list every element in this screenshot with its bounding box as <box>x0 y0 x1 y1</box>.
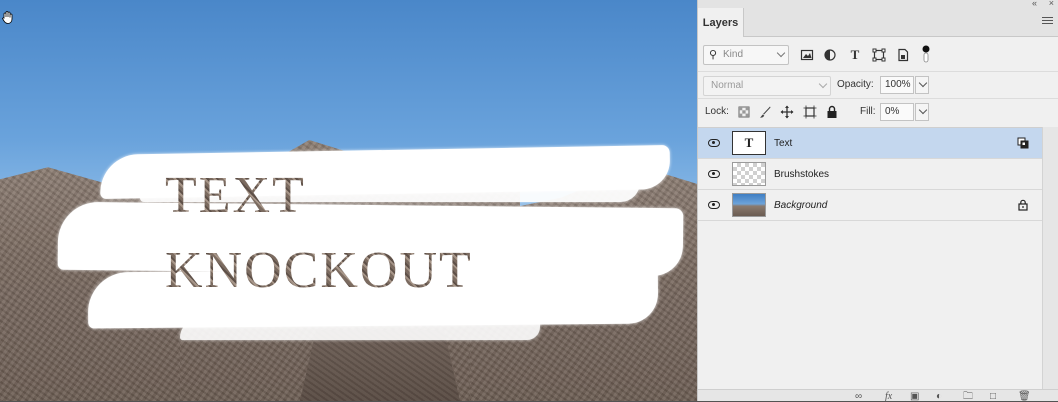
layer-name[interactable]: Text <box>774 138 792 149</box>
lock-position-icon[interactable] <box>780 105 794 119</box>
kind-filter-label: Kind <box>723 49 744 60</box>
filter-row: ⚲ Kind T <box>698 41 1058 69</box>
lock-artboard-icon[interactable] <box>803 105 817 119</box>
knockout-text-line2: KNOCKOUT <box>165 242 473 299</box>
layer-name[interactable]: Brushstokes <box>774 169 829 180</box>
chevron-down-icon <box>818 79 828 89</box>
blend-mode-select[interactable]: Normal <box>703 76 831 96</box>
hand-tool-icon <box>2 11 13 24</box>
visibility-eye-icon[interactable] <box>708 201 720 209</box>
blending-options-icon[interactable] <box>1017 137 1029 149</box>
layers-scrollbar[interactable] <box>1042 127 1058 389</box>
opacity-input[interactable]: 100% <box>880 76 914 94</box>
layers-bottom-toolbar: ∞ fx ▣ ◐ 🗀 □ 🗑 <box>698 389 1058 402</box>
fill-label: Fill: <box>860 106 876 117</box>
panel-top-bar: « × <box>698 0 1058 8</box>
chevron-down-icon <box>776 48 786 58</box>
opacity-label: Opacity: <box>837 79 874 90</box>
fill-dropdown-button[interactable] <box>915 103 929 121</box>
type-layer-thumbnail-icon: T <box>732 131 766 155</box>
lock-icon <box>1018 199 1028 211</box>
brush-stroke-5 <box>180 320 540 340</box>
close-icon[interactable]: × <box>1049 0 1054 8</box>
visibility-eye-icon[interactable] <box>708 139 720 147</box>
visibility-eye-icon[interactable] <box>708 170 720 178</box>
transparent-layer-thumbnail <box>732 162 766 186</box>
lock-all-icon[interactable] <box>825 105 839 119</box>
lock-transparent-pixels-icon[interactable] <box>737 105 751 119</box>
search-icon: ⚲ <box>709 49 718 61</box>
double-chevron-icon[interactable]: « <box>1032 0 1037 8</box>
lock-label: Lock: <box>705 106 729 117</box>
layer-row-brushstokes[interactable]: Brushstokes <box>698 159 1043 190</box>
filter-toggle-icon[interactable] <box>919 44 933 64</box>
opacity-dropdown-button[interactable] <box>915 76 929 94</box>
tab-layers[interactable]: Layers <box>698 8 744 37</box>
panel-tab-row: Layers <box>698 8 1058 37</box>
kind-filter-select[interactable]: ⚲ Kind <box>703 45 789 65</box>
type-layer-filter-icon[interactable]: T <box>848 47 862 62</box>
layer-row-background[interactable]: Background <box>698 190 1043 221</box>
smart-object-filter-icon[interactable] <box>896 48 910 62</box>
background-layer-thumbnail <box>732 193 766 217</box>
fill-input[interactable]: 0% <box>880 103 914 121</box>
layers-panel: « × Layers ⚲ Kind T Normal Opacity: 100%… <box>697 0 1058 402</box>
layer-name[interactable]: Background <box>774 200 827 211</box>
shape-layer-filter-icon[interactable] <box>872 48 886 62</box>
knockout-text-line1: TEXT <box>165 167 306 224</box>
blend-mode-value: Normal <box>711 80 744 91</box>
lock-image-pixels-icon[interactable] <box>758 105 772 119</box>
rock-shadow <box>300 330 460 401</box>
blend-row: Normal Opacity: 100% <box>698 71 1058 97</box>
lock-row: Lock: Fill: 0% <box>698 98 1058 125</box>
adjustment-layer-filter-icon[interactable] <box>823 48 837 62</box>
layer-row-text[interactable]: T Text <box>698 128 1043 159</box>
pixel-layer-filter-icon[interactable] <box>800 48 814 62</box>
document-canvas[interactable]: TEXT KNOCKOUT <box>0 0 697 401</box>
panel-menu-icon[interactable] <box>1042 17 1053 26</box>
layers-list: T Text Brushstokes Background <box>698 127 1058 389</box>
